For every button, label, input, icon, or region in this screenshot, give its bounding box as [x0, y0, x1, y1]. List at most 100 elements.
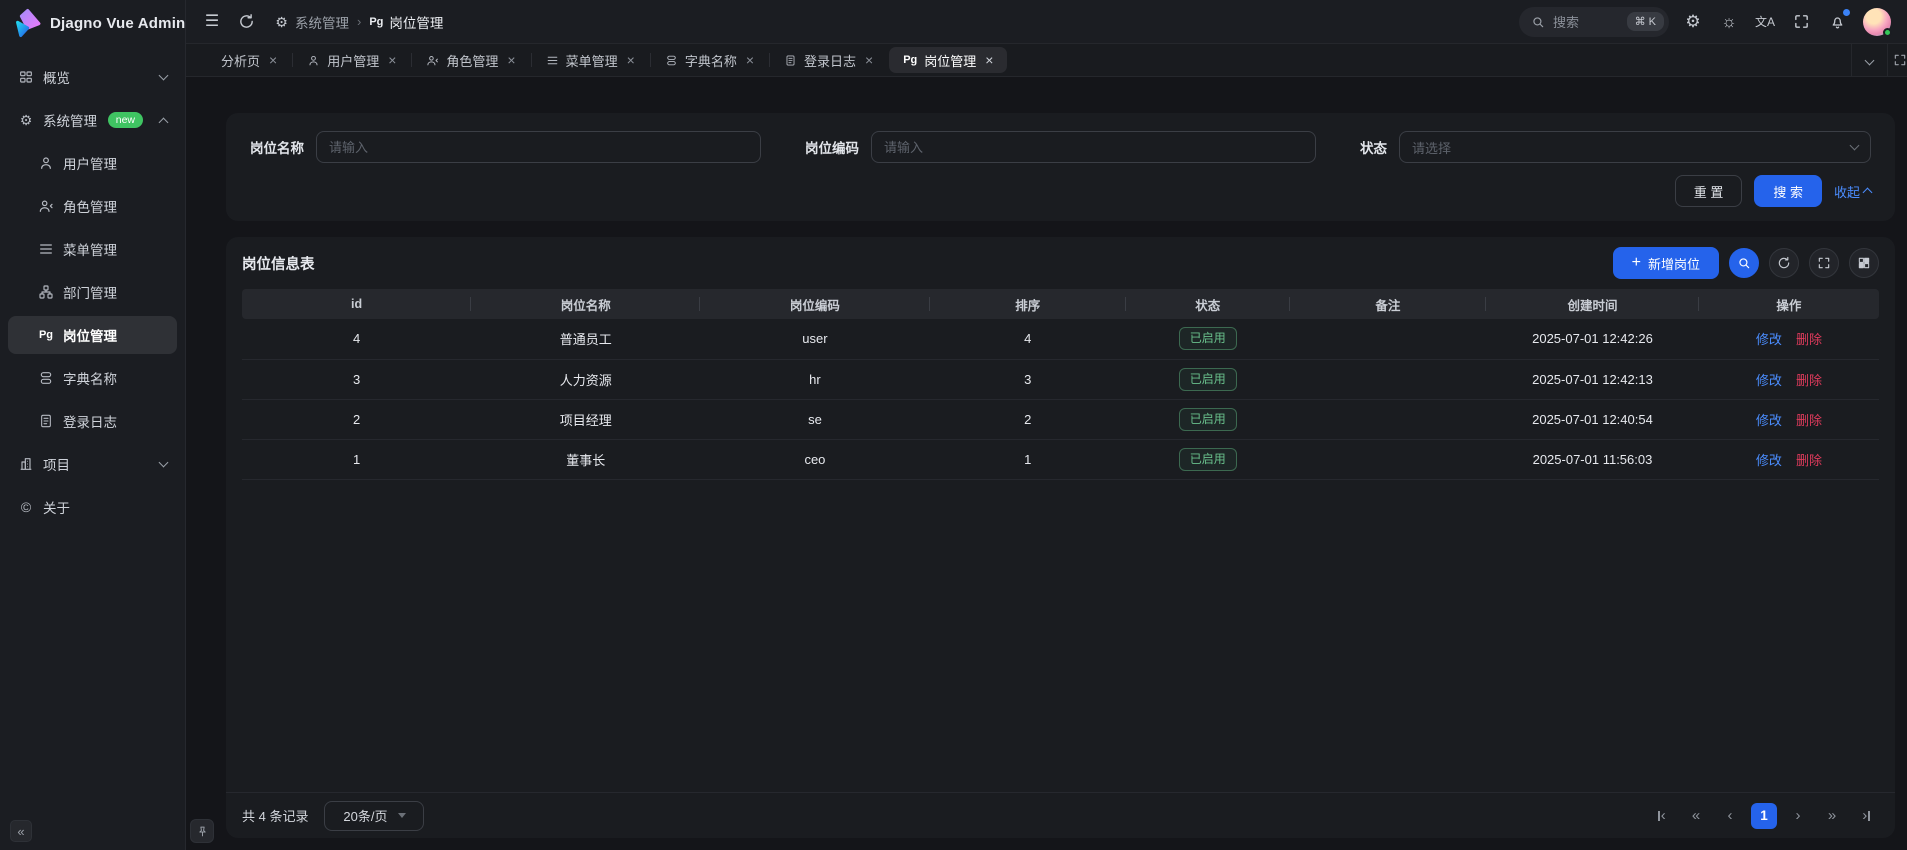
cell-actions: 修改删除	[1699, 439, 1879, 479]
column-header-actions[interactable]: 操作	[1699, 289, 1879, 319]
close-icon[interactable]: ×	[507, 53, 515, 67]
app-title: Djagno Vue Admin	[50, 15, 185, 32]
sidebar-item-login-logs[interactable]: 登录日志	[8, 402, 177, 440]
theme-sun-icon[interactable]: ☼	[1719, 12, 1739, 32]
app-logo[interactable]: Djagno Vue Admin	[0, 0, 185, 46]
field-status: 状态 请选择	[1360, 131, 1871, 163]
sidebar-item-positions[interactable]: Pg 岗位管理	[8, 316, 177, 354]
delete-link[interactable]: 删除	[1796, 332, 1822, 347]
tab-menus[interactable]: 菜单管理 ×	[532, 47, 649, 73]
table-refresh-button[interactable]	[1769, 248, 1799, 278]
settings-gear-icon[interactable]: ⚙	[1683, 12, 1703, 32]
tab-analysis[interactable]: 分析页 ×	[207, 47, 291, 73]
cell-code: hr	[700, 359, 929, 399]
sidebar-item-roles[interactable]: 角色管理	[8, 187, 177, 225]
last-page-button[interactable]: ›	[1853, 803, 1879, 829]
hamburger-menu-icon[interactable]: ☰	[202, 12, 222, 32]
column-header-code[interactable]: 岗位编码	[700, 289, 929, 319]
table-header-row: id 岗位名称 岗位编码 排序 状态 备注 创建时间 操作	[242, 289, 1879, 319]
breadcrumb-section[interactable]: ⚙ 系统管理	[274, 12, 349, 32]
add-position-button[interactable]: + 新增岗位	[1613, 247, 1719, 279]
column-header-name[interactable]: 岗位名称	[471, 289, 700, 319]
delete-link[interactable]: 删除	[1796, 413, 1822, 428]
column-header-status[interactable]: 状态	[1126, 289, 1290, 319]
sidebar-item-project[interactable]: 项目	[8, 445, 177, 483]
close-icon[interactable]: ×	[746, 53, 754, 67]
sidebar-item-overview[interactable]: 概览	[8, 58, 177, 96]
column-header-sort[interactable]: 排序	[930, 289, 1126, 319]
tab-label: 登录日志	[804, 51, 856, 70]
user-avatar[interactable]	[1863, 8, 1891, 36]
fullscreen-icon[interactable]	[1791, 12, 1811, 32]
main-area: ☰ ⚙ 系统管理 › Pg 岗位管理 搜索 ⌘ K ⚙ ☼	[186, 0, 1907, 850]
page-size-select[interactable]: 20条/页	[324, 801, 424, 831]
prev-page-button[interactable]: ‹	[1717, 803, 1743, 829]
tab-label: 分析页	[221, 51, 260, 70]
language-icon[interactable]: 文A	[1755, 12, 1775, 32]
sidebar-pin-button[interactable]	[190, 819, 214, 843]
sidebar-item-menus[interactable]: 菜单管理	[8, 230, 177, 268]
field-position-code: 岗位编码	[805, 131, 1316, 163]
collapse-filter-link[interactable]: 收起	[1834, 182, 1871, 201]
reset-button[interactable]: 重 置	[1675, 175, 1743, 207]
sidebar-item-label: 项目	[43, 454, 70, 474]
edit-link[interactable]: 修改	[1756, 413, 1782, 428]
delete-link[interactable]: 删除	[1796, 453, 1822, 468]
search-button[interactable]: 搜 索	[1754, 175, 1822, 207]
tab-label: 岗位管理	[924, 51, 976, 70]
sidebar-collapse-button[interactable]: «	[10, 820, 32, 842]
tabbar-extra-button[interactable]	[1887, 44, 1907, 76]
tab-users[interactable]: 用户管理 ×	[293, 47, 410, 73]
delete-link[interactable]: 删除	[1796, 373, 1822, 388]
cell-remark	[1290, 359, 1486, 399]
fast-next-button[interactable]: »	[1819, 803, 1845, 829]
position-name-input[interactable]	[316, 131, 761, 163]
refresh-icon[interactable]	[236, 12, 256, 32]
positions-table: id 岗位名称 岗位编码 排序 状态 备注 创建时间 操作 4	[242, 289, 1879, 480]
edit-link[interactable]: 修改	[1756, 373, 1782, 388]
pagination: ‹ « ‹ 1 › » ›	[1649, 803, 1879, 829]
cell-remark	[1290, 319, 1486, 359]
field-label: 岗位名称	[250, 137, 304, 157]
notifications-bell-icon[interactable]	[1827, 12, 1847, 32]
table-row: 2 项目经理 se 2 已启用 2025-07-01 12:40:54 修改删除	[242, 399, 1879, 439]
user-icon	[38, 155, 54, 171]
status-select[interactable]: 请选择	[1399, 131, 1871, 163]
close-icon[interactable]: ×	[627, 53, 635, 67]
sidebar-item-dict[interactable]: 字典名称	[8, 359, 177, 397]
column-header-id[interactable]: id	[242, 289, 471, 319]
close-icon[interactable]: ×	[269, 53, 277, 67]
current-page-button[interactable]: 1	[1751, 803, 1777, 829]
pg-icon: Pg	[38, 327, 54, 343]
sidebar-item-users[interactable]: 用户管理	[8, 144, 177, 182]
edit-link[interactable]: 修改	[1756, 332, 1782, 347]
tab-dict[interactable]: 字典名称 ×	[651, 47, 768, 73]
column-header-created[interactable]: 创建时间	[1486, 289, 1699, 319]
table-row: 3 人力资源 hr 3 已启用 2025-07-01 12:42:13 修改删除	[242, 359, 1879, 399]
close-icon[interactable]: ×	[985, 53, 993, 67]
cell-id: 2	[242, 399, 471, 439]
close-icon[interactable]: ×	[865, 53, 873, 67]
tab-positions[interactable]: Pg 岗位管理 ×	[889, 47, 1007, 73]
tab-roles[interactable]: 角色管理 ×	[412, 47, 529, 73]
table-search-toggle-button[interactable]	[1729, 248, 1759, 278]
table-columns-button[interactable]	[1849, 248, 1879, 278]
first-page-button[interactable]: ‹	[1649, 803, 1675, 829]
global-search[interactable]: 搜索 ⌘ K	[1519, 7, 1669, 37]
edit-link[interactable]: 修改	[1756, 453, 1782, 468]
column-header-remark[interactable]: 备注	[1290, 289, 1486, 319]
sidebar-item-departments[interactable]: 部门管理	[8, 273, 177, 311]
table-row: 4 普通员工 user 4 已启用 2025-07-01 12:42:26 修改…	[242, 319, 1879, 359]
fast-prev-button[interactable]: «	[1683, 803, 1709, 829]
sidebar-item-system[interactable]: ⚙ 系统管理 new	[8, 101, 177, 139]
tab-login-logs[interactable]: 登录日志 ×	[770, 47, 887, 73]
table-fullscreen-button[interactable]	[1809, 248, 1839, 278]
next-page-button[interactable]: ›	[1785, 803, 1811, 829]
close-icon[interactable]: ×	[388, 53, 396, 67]
tabbar-dropdown-button[interactable]	[1851, 44, 1887, 76]
grid-icon	[18, 69, 34, 85]
cell-id: 4	[242, 319, 471, 359]
position-code-input[interactable]	[871, 131, 1316, 163]
sidebar-item-about[interactable]: © 关于	[8, 488, 177, 526]
cell-created: 2025-07-01 12:42:13	[1486, 359, 1699, 399]
